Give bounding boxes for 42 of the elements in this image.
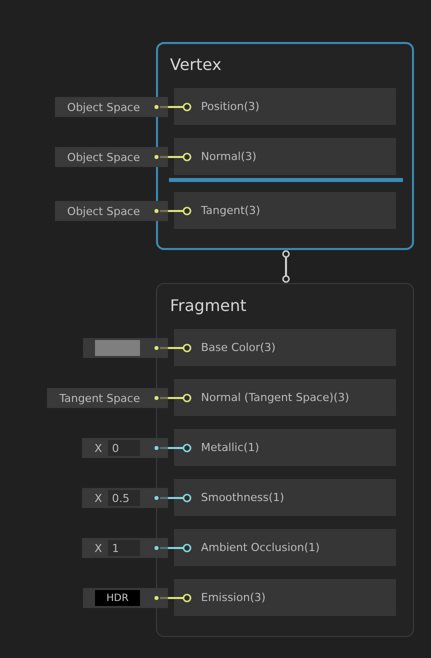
port-connector-icon[interactable]	[154, 493, 192, 503]
port-row[interactable]: Base Color(3)	[174, 329, 396, 366]
axis-label: X	[94, 492, 102, 504]
space-dropdown[interactable]: Object Space	[55, 97, 168, 117]
port-row[interactable]: Tangent(3)	[174, 192, 396, 229]
port-row[interactable]: Emission(3)	[174, 579, 396, 616]
block-title: Fragment	[170, 296, 248, 315]
value-field[interactable]: 0.5	[108, 490, 140, 506]
port-connector-icon[interactable]	[154, 102, 192, 112]
value-field[interactable]: 0	[108, 440, 140, 456]
port-row[interactable]: Normal(3)	[174, 138, 396, 175]
space-dropdown[interactable]: Tangent Space	[47, 388, 168, 408]
port-label: Base Color(3)	[201, 341, 276, 354]
port-connector-icon[interactable]	[154, 206, 192, 216]
value-field[interactable]: 1	[108, 540, 140, 556]
port-label: Ambient Occlusion(1)	[201, 541, 320, 554]
hdr-color-swatch: HDR	[95, 590, 140, 606]
space-dropdown[interactable]: Object Space	[55, 147, 168, 167]
port-row[interactable]: Position(3)	[174, 88, 396, 125]
port-label: Normal (Tangent Space)(3)	[201, 391, 350, 404]
block-title: Vertex	[170, 55, 222, 74]
port-label: Metallic(1)	[201, 441, 260, 454]
port-label: Emission(3)	[201, 591, 266, 604]
axis-label: X	[94, 442, 102, 454]
port-connector-icon[interactable]	[154, 443, 192, 453]
port-connector-icon[interactable]	[154, 393, 192, 403]
color-field[interactable]	[83, 338, 168, 358]
space-dropdown[interactable]: Object Space	[55, 201, 168, 221]
port-row[interactable]: Metallic(1)	[174, 429, 396, 466]
port-label: Position(3)	[201, 100, 260, 113]
port-connector-icon[interactable]	[154, 593, 192, 603]
port-label: Smoothness(1)	[201, 491, 284, 504]
port-connector-icon[interactable]	[154, 543, 192, 553]
axis-label: X	[94, 542, 102, 554]
port-row[interactable]: Ambient Occlusion(1)	[174, 529, 396, 566]
port-label: Normal(3)	[201, 150, 256, 163]
port-row[interactable]: Normal (Tangent Space)(3)	[174, 379, 396, 416]
port-label: Tangent(3)	[201, 204, 260, 217]
port-connector-icon[interactable]	[154, 343, 192, 353]
port-connector-icon[interactable]	[154, 152, 192, 162]
hdr-color-field[interactable]: HDR	[83, 588, 168, 608]
port-row[interactable]: Smoothness(1)	[174, 479, 396, 516]
